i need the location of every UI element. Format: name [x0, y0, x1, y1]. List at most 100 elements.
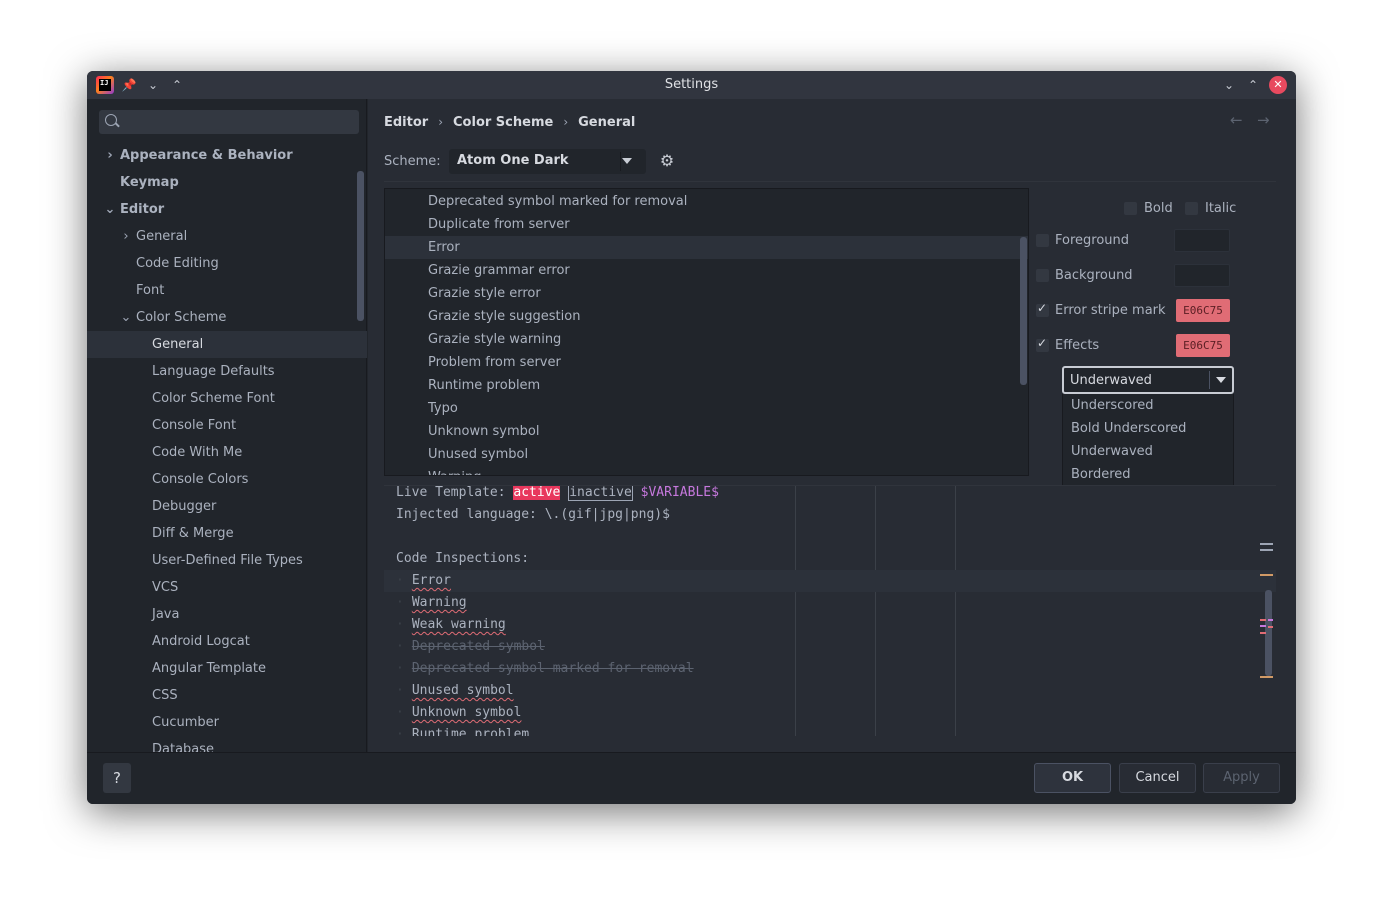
back-arrow-icon[interactable]: ←: [1230, 111, 1243, 129]
attribute-item[interactable]: Problem from server: [385, 351, 1028, 374]
preview-scrollbar[interactable]: [1265, 590, 1272, 676]
attribute-item[interactable]: Typo: [385, 397, 1028, 420]
stripe-mark[interactable]: [1260, 632, 1266, 634]
live-template-line: Live Template: active inactive $VARIABLE…: [396, 486, 719, 504]
sidebar-item-label: Console Colors: [152, 472, 249, 487]
sidebar-item-java[interactable]: Java: [87, 601, 367, 628]
foreground-color-swatch[interactable]: [1174, 229, 1230, 252]
whitespace-dot: ·: [396, 617, 404, 632]
effect-option[interactable]: Underwaved: [1063, 440, 1233, 463]
error-stripe-label: Error stripe mark: [1055, 303, 1166, 318]
effect-type-dropdown[interactable]: Underwaved: [1062, 366, 1234, 394]
apply-button[interactable]: Apply: [1203, 763, 1280, 793]
caret-down-icon: [1216, 377, 1226, 383]
effect-option[interactable]: Underscored: [1063, 394, 1233, 417]
settings-tree: › Appearance & Behavior Keymap ⌄ Editor › Gene…: [87, 142, 367, 763]
inspection-text: Deprecated symbol: [411, 639, 545, 654]
help-button[interactable]: ?: [103, 763, 131, 793]
minimize-button[interactable]: ⌄: [1221, 77, 1237, 93]
sidebar-item-angular-template[interactable]: Angular Template: [87, 655, 367, 682]
sidebar-item-label: Code Editing: [136, 256, 219, 271]
chevron-down-icon[interactable]: ⌄: [120, 304, 132, 331]
forward-arrow-icon[interactable]: →: [1257, 111, 1270, 129]
effect-option[interactable]: Bordered: [1063, 463, 1233, 486]
italic-checkbox[interactable]: [1185, 202, 1198, 215]
inspection-text: Deprecated symbol marked for removal: [411, 661, 694, 676]
sidebar-item-label: Editor: [120, 202, 165, 217]
attribute-item[interactable]: Deprecated symbol marked for removal: [385, 190, 1028, 213]
error-stripe-color-swatch[interactable]: E06C75: [1176, 299, 1230, 322]
gear-icon[interactable]: ⚙: [658, 152, 676, 170]
bold-checkbox[interactable]: [1124, 202, 1137, 215]
close-button[interactable]: ✕: [1269, 76, 1287, 94]
breadcrumb-general[interactable]: General: [578, 115, 635, 130]
sidebar-item-user-defined-file-types[interactable]: User-Defined File Types: [87, 547, 367, 574]
sidebar-item-console-colors[interactable]: Console Colors: [87, 466, 367, 493]
sidebar-item-keymap[interactable]: Keymap: [87, 169, 367, 196]
attribute-item[interactable]: Grazie style warning: [385, 328, 1028, 351]
italic-label: Italic: [1205, 201, 1237, 216]
breadcrumb-color-scheme[interactable]: Color Scheme: [453, 115, 553, 130]
settings-search-input[interactable]: [99, 110, 359, 134]
scheme-dropdown[interactable]: Atom One Dark: [449, 149, 646, 174]
sidebar-item-font[interactable]: Font: [87, 277, 367, 304]
attribute-item[interactable]: Unused symbol: [385, 443, 1028, 466]
sidebar-item-cucumber[interactable]: Cucumber: [87, 709, 367, 736]
sidebar-item-label: Android Logcat: [152, 634, 250, 649]
attribute-item[interactable]: Error: [385, 236, 1028, 259]
background-checkbox[interactable]: [1036, 269, 1049, 282]
sidebar-item-appearance-behavior[interactable]: › Appearance & Behavior: [87, 142, 367, 169]
sidebar-item-console-font[interactable]: Console Font: [87, 412, 367, 439]
sidebar-item-label: Diff & Merge: [152, 526, 234, 541]
sidebar-item-label: User-Defined File Types: [152, 553, 303, 568]
attribute-item[interactable]: Grazie style error: [385, 282, 1028, 305]
sidebar-item-editor[interactable]: ⌄ Editor: [87, 196, 367, 223]
sidebar-item-diff-merge[interactable]: Diff & Merge: [87, 520, 367, 547]
background-color-swatch[interactable]: [1174, 264, 1230, 287]
sidebar-item-debugger[interactable]: Debugger: [87, 493, 367, 520]
effect-option[interactable]: Bold Underscored: [1063, 417, 1233, 440]
chevron-down-icon[interactable]: ⌄: [104, 196, 116, 223]
sidebar-item-code-editing[interactable]: Code Editing: [87, 250, 367, 277]
foreground-checkbox[interactable]: [1036, 234, 1049, 247]
sidebar-item-android-logcat[interactable]: Android Logcat: [87, 628, 367, 655]
stripe-mark[interactable]: [1260, 574, 1273, 576]
attribute-item[interactable]: Grazie style suggestion: [385, 305, 1028, 328]
sidebar-item-language-defaults[interactable]: Language Defaults: [87, 358, 367, 385]
stripe-mark[interactable]: [1260, 543, 1273, 545]
injected-language-line: Injected language: \.(gif|jpg|png)$: [396, 507, 670, 522]
attribute-item[interactable]: Unknown symbol: [385, 420, 1028, 443]
sidebar-item-vcs[interactable]: VCS: [87, 574, 367, 601]
inspection-line: · Unused symbol: [396, 680, 514, 702]
error-stripe-checkbox[interactable]: [1036, 301, 1049, 317]
sidebar-scrollbar[interactable]: [357, 171, 364, 321]
stripe-mark[interactable]: [1260, 619, 1266, 621]
cancel-button[interactable]: Cancel: [1119, 763, 1196, 793]
attribute-item[interactable]: Runtime problem: [385, 374, 1028, 397]
effects-color-swatch[interactable]: E06C75: [1176, 334, 1230, 357]
stripe-mark[interactable]: [1260, 549, 1273, 551]
sidebar-item-general[interactable]: General: [87, 331, 367, 358]
sidebar-item-color-scheme[interactable]: ⌄ Color Scheme: [87, 304, 367, 331]
attribute-item[interactable]: Grazie grammar error: [385, 259, 1028, 282]
stripe-mark[interactable]: [1268, 626, 1273, 628]
sidebar-item-color-scheme-font[interactable]: Color Scheme Font: [87, 385, 367, 412]
sidebar-item-label: Angular Template: [152, 661, 266, 676]
attribute-item[interactable]: Duplicate from server: [385, 213, 1028, 236]
sidebar-item-code-with-me[interactable]: Code With Me: [87, 439, 367, 466]
effects-checkbox[interactable]: [1036, 336, 1049, 352]
stripe-mark[interactable]: [1260, 625, 1266, 627]
attribute-list-scrollbar[interactable]: [1020, 237, 1027, 385]
window-title: Settings: [664, 77, 719, 92]
ok-button[interactable]: OK: [1034, 763, 1111, 793]
sidebar-item-label: VCS: [152, 580, 179, 595]
maximize-button[interactable]: ⌃: [1245, 77, 1261, 93]
breadcrumb-editor[interactable]: Editor: [384, 115, 428, 130]
chevron-right-icon[interactable]: ›: [104, 142, 116, 169]
stripe-mark[interactable]: [1268, 619, 1273, 621]
attribute-item[interactable]: Warning: [385, 466, 1028, 475]
chevron-right-icon[interactable]: ›: [120, 223, 132, 250]
sidebar-item-css[interactable]: CSS: [87, 682, 367, 709]
stripe-mark[interactable]: [1260, 676, 1273, 678]
sidebar-item-general[interactable]: › General: [87, 223, 367, 250]
